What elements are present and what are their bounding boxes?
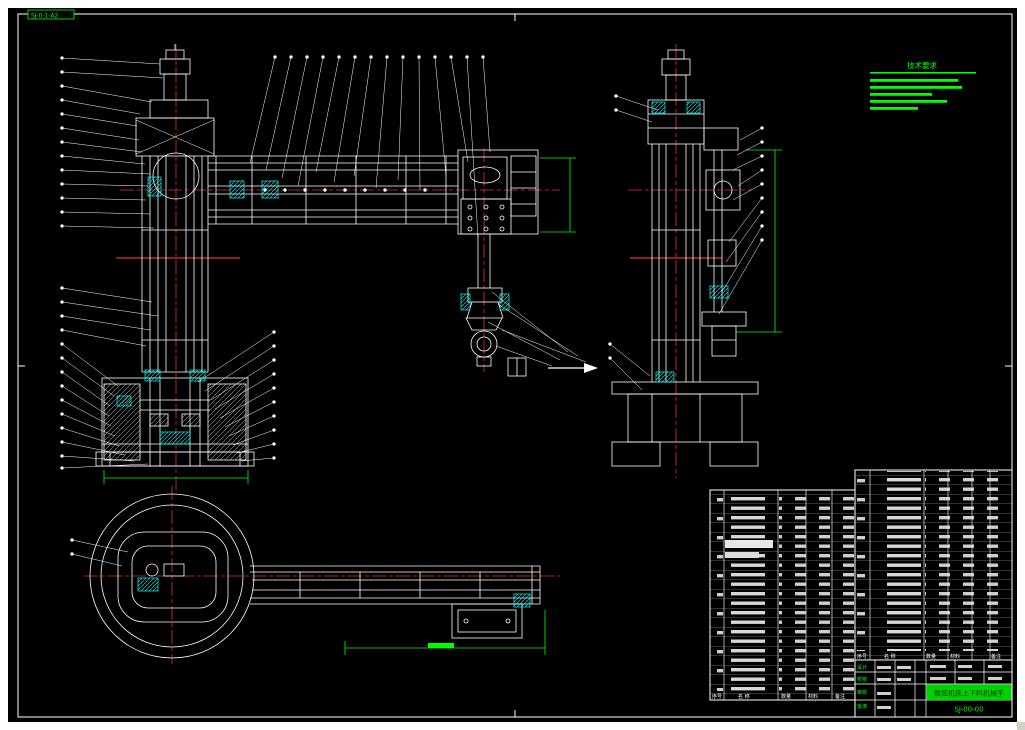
bom-header-col-3: 材料	[808, 693, 818, 700]
bom-header-col-4: 备注	[835, 693, 845, 700]
title-block-row-label-1: 校核	[857, 676, 867, 683]
bom-header-col-2: 数量	[781, 693, 791, 700]
notes-line	[870, 86, 962, 89]
parts-list-left: 序号 名 称 数量 材料 备注	[709, 489, 856, 701]
parts-list-right: 序号 名 称 数量 材料 备注	[854, 469, 1013, 661]
bom-header-col-1: 名 称	[884, 653, 896, 660]
bom-header-col-0: 序号	[857, 653, 867, 660]
notes-line	[870, 107, 918, 110]
drawing-number: SJ-00-00	[954, 706, 983, 714]
bom-header-col-0: 序号	[712, 693, 722, 700]
drawing-title: 数控机床上下料机械手	[934, 689, 1004, 698]
resize-corner	[1017, 722, 1025, 730]
notes-line	[870, 79, 958, 82]
notes-heading: 技术要求	[907, 60, 937, 70]
bom-header-col-3: 材料	[950, 653, 960, 660]
title-block-row-label-2: 审核	[857, 689, 867, 696]
corner-label-text: SJ-0-1-A2	[31, 13, 58, 20]
bom-header-col-2: 数量	[926, 653, 936, 660]
cad-viewer-window: SJ-0-1-A2 技术要求 序号 名 称 数量 材料 备注 序号 名 称 数量…	[0, 0, 1025, 730]
notes-line	[870, 93, 932, 96]
notes-underline	[870, 72, 976, 74]
cad-drawing: SJ-0-1-A2 技术要求 序号 名 称 数量 材料 备注 序号 名 称 数量…	[8, 8, 1025, 730]
title-block: 设计 校核 审核 批准 数控机床上下料机械手 SJ-00-00	[854, 659, 1013, 718]
bom-header-col-4: 备注	[991, 653, 1001, 660]
bom-header-col-1: 名 称	[738, 693, 750, 700]
notes-line	[870, 100, 947, 103]
title-block-row-label-3: 批准	[857, 703, 867, 710]
corner-label: SJ-0-1-A2	[27, 9, 75, 20]
title-block-row-label-0: 设计	[857, 664, 867, 671]
